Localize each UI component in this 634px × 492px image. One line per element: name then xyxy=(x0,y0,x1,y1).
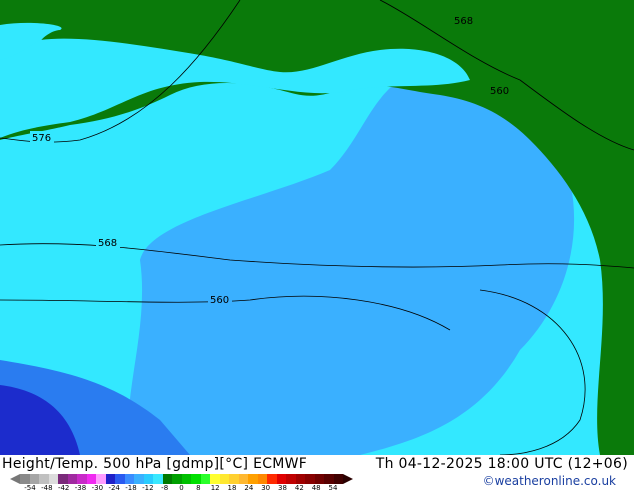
legend-swatch xyxy=(229,474,239,484)
legend-tick: 54 xyxy=(329,484,338,492)
legend-tick: 38 xyxy=(278,484,287,492)
svg-text:568: 568 xyxy=(98,238,117,249)
legend-swatch xyxy=(286,474,296,484)
legend-swatch xyxy=(334,474,344,484)
legend-swatch xyxy=(115,474,125,484)
legend-swatch xyxy=(210,474,220,484)
legend-tick: 24 xyxy=(244,484,253,492)
legend-swatch xyxy=(125,474,135,484)
legend-swatch xyxy=(267,474,277,484)
legend-swatch xyxy=(191,474,201,484)
legend-tick: -38 xyxy=(75,484,86,492)
legend-tick: 18 xyxy=(228,484,237,492)
svg-text:560: 560 xyxy=(490,86,509,97)
map-title: Height/Temp. 500 hPa [gdmp][°C] ECMWF xyxy=(2,456,307,472)
legend-swatch xyxy=(30,474,40,484)
legend-swatch xyxy=(172,474,182,484)
weather-map: 568 560 576 568 560 xyxy=(0,0,634,455)
legend-right-arrow xyxy=(343,474,353,484)
legend-swatch xyxy=(20,474,30,484)
legend-swatch xyxy=(106,474,116,484)
legend-tick: 0 xyxy=(179,484,183,492)
legend-swatch xyxy=(239,474,249,484)
legend-swatch xyxy=(163,474,173,484)
legend-swatch xyxy=(153,474,163,484)
valid-time: Th 04-12-2025 18:00 UTC (12+06) xyxy=(376,456,628,472)
legend-tick: -42 xyxy=(58,484,69,492)
color-legend xyxy=(20,474,343,484)
legend-swatch xyxy=(220,474,230,484)
legend-tick: -24 xyxy=(108,484,119,492)
legend-tick: 30 xyxy=(261,484,270,492)
legend-swatch xyxy=(68,474,78,484)
svg-text:560: 560 xyxy=(210,295,229,306)
legend-swatch xyxy=(134,474,144,484)
legend-tick: -30 xyxy=(92,484,103,492)
legend-swatch xyxy=(277,474,287,484)
legend-tick: 42 xyxy=(295,484,304,492)
legend-swatch xyxy=(87,474,97,484)
credit-link[interactable]: ©weatheronline.co.uk xyxy=(483,474,616,488)
legend-swatch xyxy=(305,474,315,484)
legend-swatch xyxy=(324,474,334,484)
legend-swatch xyxy=(201,474,211,484)
legend-swatch xyxy=(296,474,306,484)
legend-left-arrow xyxy=(10,474,20,484)
legend-swatch xyxy=(248,474,258,484)
legend-swatch xyxy=(182,474,192,484)
legend-tick: -8 xyxy=(161,484,168,492)
legend-ticks: -54-48-42-38-30-24-18-12-808121824303842… xyxy=(0,484,300,492)
legend-tick: 8 xyxy=(196,484,200,492)
legend-swatch xyxy=(58,474,68,484)
legend-swatch xyxy=(144,474,154,484)
svg-text:568: 568 xyxy=(454,16,473,27)
legend-swatch xyxy=(315,474,325,484)
legend-tick: -12 xyxy=(142,484,153,492)
legend-swatch xyxy=(39,474,49,484)
legend-swatch xyxy=(49,474,59,484)
legend-tick: -18 xyxy=(125,484,136,492)
legend-tick: -54 xyxy=(24,484,35,492)
legend-tick: -48 xyxy=(41,484,52,492)
svg-text:576: 576 xyxy=(32,133,51,144)
legend-swatch xyxy=(77,474,87,484)
legend-swatch xyxy=(258,474,268,484)
legend-swatch xyxy=(96,474,106,484)
legend-tick: 48 xyxy=(312,484,321,492)
legend-tick: 12 xyxy=(211,484,220,492)
